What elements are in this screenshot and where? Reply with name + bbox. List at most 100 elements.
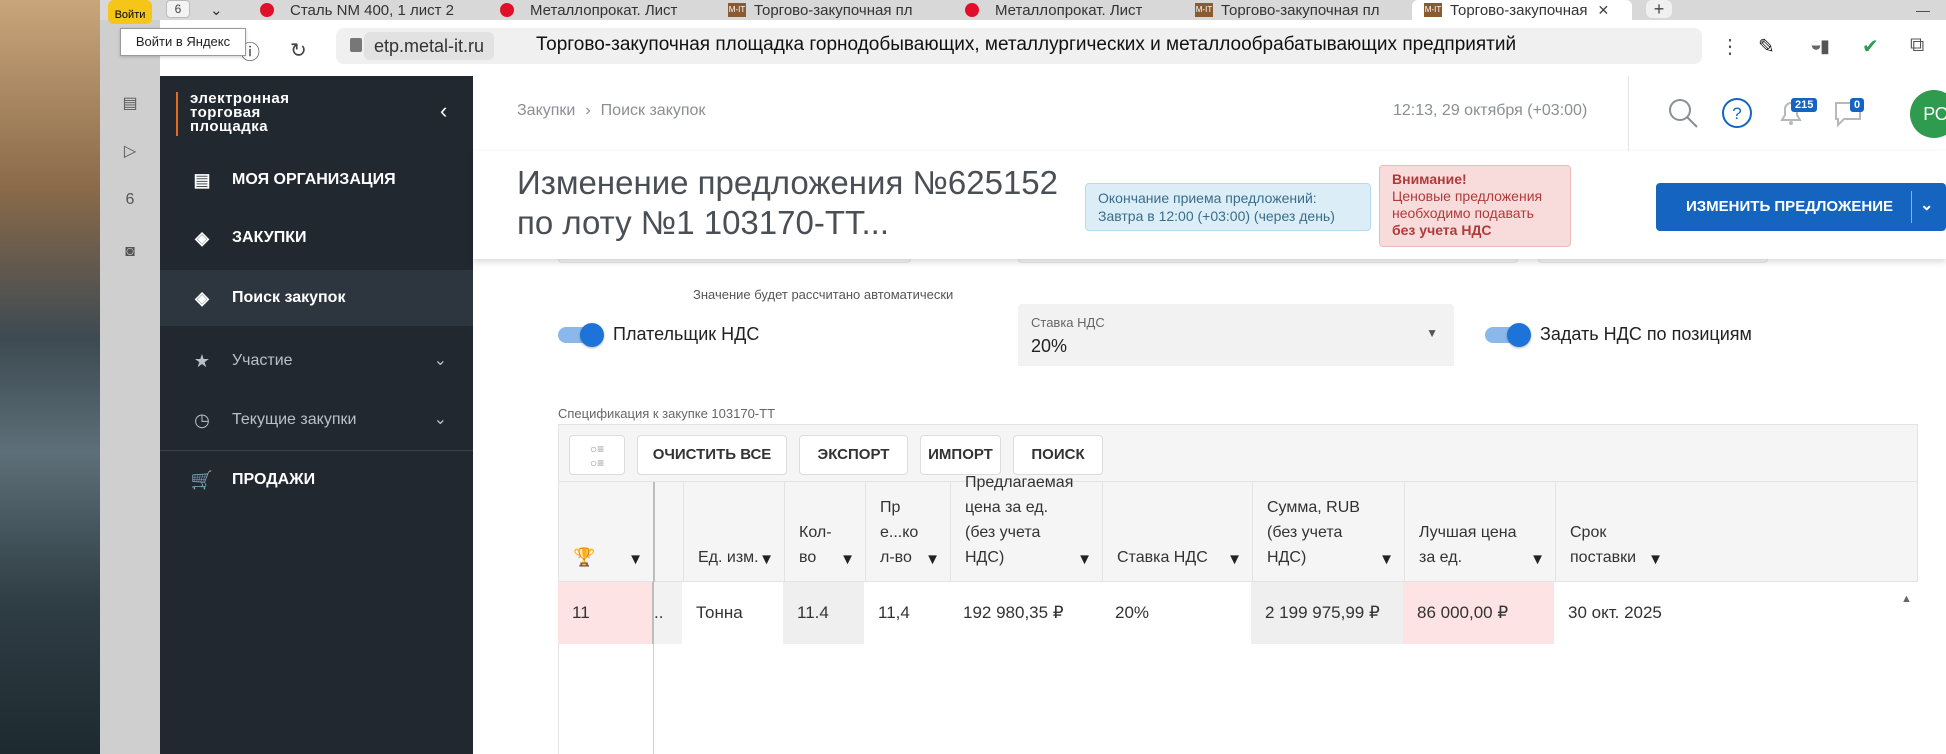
divider: [653, 644, 654, 754]
search-icon[interactable]: [1666, 96, 1700, 130]
tab-title: Торгово-закупочная: [1450, 1, 1588, 19]
filter-icon[interactable]: ▼: [759, 551, 774, 568]
tab[interactable]: Металлопрокат. Лист: [500, 0, 695, 20]
deadline-value: Завтра в 12:00 (+03:00) (через день): [1098, 208, 1335, 224]
extension-icon[interactable]: ⧉: [1910, 34, 1924, 57]
close-icon[interactable]: ✕: [1597, 2, 1609, 19]
filter-icon[interactable]: ▼: [1379, 551, 1394, 568]
svg-text:?: ?: [1732, 104, 1741, 123]
column-vat: Ставка НДС ▼: [1102, 482, 1252, 582]
column-header-label: Лучшая цена за ед.: [1419, 524, 1517, 566]
url-domain[interactable]: etp.metal-it.ru: [364, 32, 495, 60]
vat-payer-toggle[interactable]: [558, 323, 604, 347]
shield-icon[interactable]: ✔: [1862, 34, 1879, 59]
tab[interactable]: Сталь NM 400, 1 лист 2: [260, 0, 490, 20]
address-bar[interactable]: etp.metal-it.ru Торгово-закупочная площа…: [336, 28, 1830, 64]
favicon-icon: M-IT: [1424, 3, 1442, 17]
column-delivery: Срок поставки ▼: [1555, 482, 1665, 582]
play-icon[interactable]: ▷: [118, 140, 142, 164]
filter-icon[interactable]: ▼: [1648, 551, 1663, 568]
tab-count[interactable]: 6: [166, 0, 190, 18]
table-body: [558, 644, 1918, 754]
url-page-title: Торгово-закупочная площадка горнодобываю…: [536, 34, 1517, 55]
tabs-count-icon[interactable]: 6: [118, 188, 142, 212]
tab[interactable]: M-IT Торгово-закупочная пл: [728, 0, 923, 20]
filter-icon[interactable]: ▼: [628, 551, 643, 568]
column-unit: Ед. изм. ▼: [683, 482, 784, 582]
sidebar-item-label: ПРОДАЖИ: [232, 471, 316, 488]
tab[interactable]: Металлопрокат. Лист: [965, 0, 1160, 20]
column-header-label: Срок поставки: [1570, 524, 1637, 566]
cell-offered-qty[interactable]: 11,4: [864, 582, 949, 644]
filter-icon[interactable]: ▼: [1530, 551, 1545, 568]
sidebar-item-current-purchases[interactable]: ◷ Текущие закупки ⌄: [160, 391, 473, 449]
cell-best-price: 86 000,00 ₽: [1403, 582, 1554, 644]
clear-all-button[interactable]: ОЧИСТИТЬ ВСЕ: [637, 435, 787, 475]
sidebar-item-purchases[interactable]: ◈ ЗАКУПКИ: [160, 209, 473, 267]
tab-title: Сталь NM 400, 1 лист 2: [290, 1, 454, 19]
spec-toolbar: ○≡ ○≡ ОЧИСТИТЬ ВСЕ ЭКСПОРТ ИМПОРТ ПОИСК: [558, 424, 1918, 482]
sidebar-item-sales[interactable]: 🛒 ПРОДАЖИ: [160, 451, 473, 509]
tab-title: Металлопрокат. Лист: [995, 1, 1143, 19]
column-header-label: Ед. изм.: [698, 549, 759, 566]
filter-icon[interactable]: ▼: [1077, 551, 1092, 568]
import-button[interactable]: ИМПОРТ: [920, 435, 1001, 475]
extension-icon[interactable]: ✎: [1758, 34, 1775, 59]
cell-unit: Тонна: [696, 603, 743, 622]
breadcrumb-link[interactable]: Закупки: [517, 102, 575, 119]
sidebar-item-label: Текущие закупки: [232, 411, 357, 428]
site-logo[interactable]: электронная торговая площадка: [176, 91, 356, 136]
cell-delivery[interactable]: 30 окт. 2025 г.: [1554, 582, 1664, 644]
cell-rank: 11: [558, 582, 652, 644]
new-tab-button[interactable]: +: [1646, 0, 1672, 18]
chevron-down-icon[interactable]: ⌄: [1920, 195, 1933, 215]
sidebar-item-my-organization[interactable]: ▤ МОЯ ОРГАНИЗАЦИЯ: [160, 151, 473, 209]
yandex-login-button[interactable]: Войти: [108, 0, 152, 24]
sidebar-item-participation[interactable]: ★ Участие ⌄: [160, 332, 473, 390]
favicon-icon: [500, 3, 514, 17]
warning-emphasis: без учета НДС: [1392, 222, 1492, 238]
vat-rate-select[interactable]: Ставка НДС 20% ▼: [1018, 304, 1454, 366]
column-offered-qty: Пре...кол-во ▼: [865, 482, 950, 582]
cubes-icon: ◈: [195, 227, 209, 248]
search-button[interactable]: ПОИСК: [1013, 435, 1103, 475]
collapse-sidebar-icon[interactable]: ‹: [440, 98, 447, 124]
help-icon[interactable]: ?: [1720, 96, 1754, 130]
filter-icon[interactable]: ▼: [925, 551, 940, 568]
collections-icon[interactable]: ▤: [118, 92, 142, 116]
screenshot-icon[interactable]: ◙: [118, 240, 142, 264]
cell-price[interactable]: 192 980,35 ₽: [949, 582, 1101, 644]
menu-icon[interactable]: ⋮: [1720, 34, 1740, 59]
sidebar-item-label: Участие: [232, 352, 293, 369]
filter-icon[interactable]: ▼: [1227, 551, 1242, 568]
scroll-up-icon[interactable]: ▲: [1901, 593, 1912, 605]
site-sidebar: электронная торговая площадка ‹ ▤ МОЯ ОР…: [160, 76, 473, 754]
chevron-down-icon: ⌄: [433, 352, 447, 369]
tab[interactable]: M-IT Торгово-закупочная пл: [1195, 0, 1390, 20]
tabs-dropdown-icon[interactable]: ⌄: [210, 0, 240, 20]
change-offer-button[interactable]: ИЗМЕНИТЬ ПРЕДЛОЖЕНИЕ ⌄: [1656, 183, 1946, 231]
logo-text: площадка: [190, 118, 269, 135]
column-qty: Кол-во ▼: [784, 482, 865, 582]
filter-icon[interactable]: ▼: [840, 551, 855, 568]
cell-vat[interactable]: 20%: [1101, 582, 1251, 644]
export-button[interactable]: ЭКСПОРТ: [799, 435, 908, 475]
vat-by-position-toggle[interactable]: [1485, 323, 1531, 347]
table-row[interactable]: 11 .. Тонна 11.4 11,4 192 980,35 ₽ 20% 2…: [558, 582, 1918, 644]
sidebar-item-search-purchases[interactable]: ◈ Поиск закупок: [160, 270, 473, 326]
favicon-icon: M-IT: [1195, 3, 1213, 17]
warning-text: Ценовые предложения: [1392, 188, 1543, 204]
select-columns-icon[interactable]: ○≡ ○≡: [569, 435, 625, 475]
extension-icon[interactable]: ◒: [1810, 34, 1822, 57]
reload-icon[interactable]: ↻: [290, 38, 307, 63]
address-row: ⓘ ↻ etp.metal-it.ru Торгово-закупочная п…: [160, 20, 1946, 76]
warning-text: необходимо подавать: [1392, 205, 1534, 221]
tab-active[interactable]: M-IT Торгово-закупочная ✕: [1412, 0, 1632, 20]
toggle-knob: [580, 323, 604, 347]
avatar[interactable]: РО: [1910, 90, 1946, 138]
select-label: Ставка НДС: [1031, 315, 1105, 330]
minimize-icon[interactable]: —: [1916, 2, 1930, 18]
server-time: 12:13, 29 октября (+03:00): [1393, 102, 1588, 119]
lock-icon: [350, 38, 362, 52]
column-header-label: Сумма, RUB (без учета НДС): [1267, 499, 1360, 566]
